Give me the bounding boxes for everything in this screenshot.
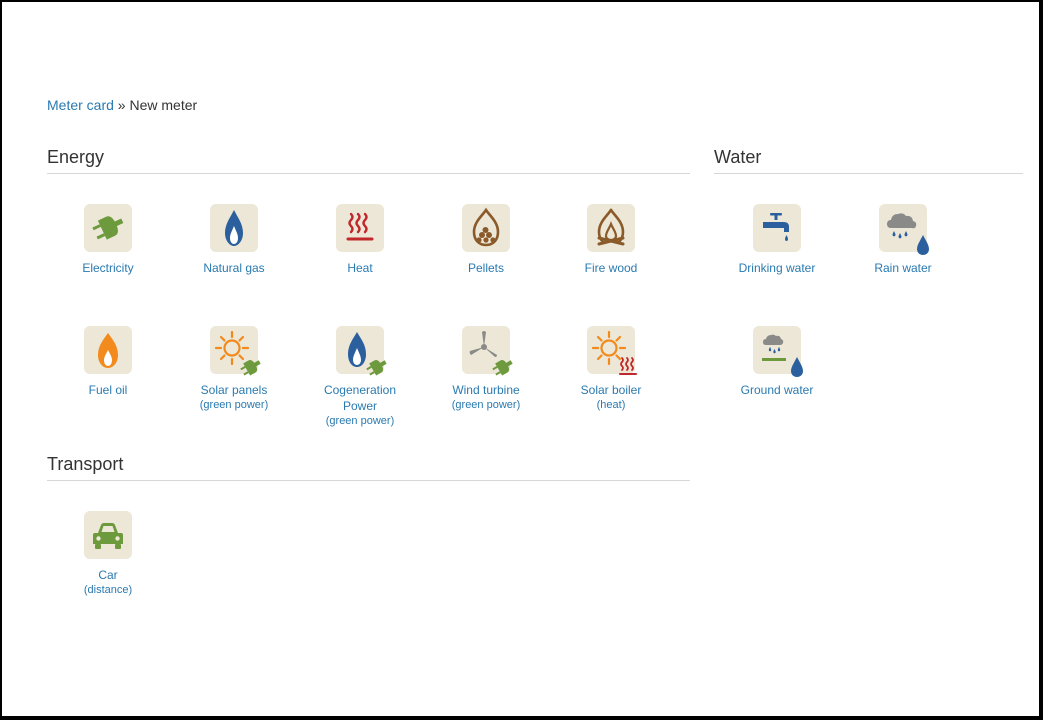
meter-label: Fuel oil <box>88 383 128 397</box>
section-divider-energy <box>47 173 690 174</box>
page: Meter card » New meter Energy Water Tran… <box>2 2 1039 716</box>
meter-label: Wind turbine <box>452 383 520 397</box>
meter-label: Fire wood <box>584 261 638 275</box>
breadcrumb: Meter card » New meter <box>47 97 197 113</box>
section-title-energy: Energy <box>47 147 105 167</box>
meter-label: Pellets <box>467 261 505 275</box>
oil-flame-icon <box>84 326 132 374</box>
section-title-water: Water <box>714 147 762 167</box>
breadcrumb-current: New meter <box>129 97 198 113</box>
car-icon <box>84 511 132 559</box>
breadcrumb-separator: » <box>113 97 130 113</box>
meter-label: Ground water <box>740 383 814 397</box>
heat-icon <box>336 204 384 252</box>
meter-tile-ground-water[interactable]: Ground water <box>717 326 837 398</box>
breadcrumb-link-meter-card[interactable]: Meter card <box>47 97 114 113</box>
section-divider-transport <box>47 480 690 481</box>
meter-label-line2: Power <box>342 399 377 413</box>
section-title-transport: Transport <box>47 454 124 474</box>
meter-tile-cogeneration-power[interactable]: Cogeneration Power (green power) <box>300 326 420 428</box>
solar-panel-icon <box>210 326 261 376</box>
meter-tile-electricity[interactable]: Electricity <box>48 204 168 276</box>
meter-label: Electricity <box>82 261 134 275</box>
firewood-icon <box>587 204 635 252</box>
meter-tile-wind-turbine[interactable]: Wind turbine (green power) <box>426 326 546 412</box>
solar-boiler-icon <box>587 326 637 375</box>
gas-flame-icon <box>210 204 258 252</box>
meter-label: Solar boiler <box>580 383 642 397</box>
wind-turbine-icon <box>462 326 513 376</box>
meter-tile-heat[interactable]: Heat <box>300 204 420 276</box>
ground-water-icon <box>753 326 803 377</box>
cogeneration-icon <box>336 326 387 376</box>
meter-tile-solar-panels[interactable]: Solar panels (green power) <box>174 326 294 412</box>
meter-label: Natural gas <box>203 261 265 275</box>
meter-label: Solar panels <box>200 383 268 397</box>
meter-sublabel: (green power) <box>199 399 269 411</box>
plug-icon <box>84 204 132 252</box>
meter-tile-fire-wood[interactable]: Fire wood <box>551 204 671 276</box>
meter-sublabel: (distance) <box>83 584 133 596</box>
section-divider-water <box>714 173 1023 174</box>
meter-sublabel: (green power) <box>451 399 521 411</box>
meter-tile-natural-gas[interactable]: Natural gas <box>174 204 294 276</box>
meter-tile-car[interactable]: Car (distance) <box>48 511 168 597</box>
meter-label: Rain water <box>874 261 932 275</box>
rain-cloud-icon <box>879 204 929 255</box>
meter-tile-rain-water[interactable]: Rain water <box>843 204 963 276</box>
meter-label: Cogeneration <box>323 383 397 397</box>
meter-sublabel: (green power) <box>325 415 395 427</box>
meter-tile-fuel-oil[interactable]: Fuel oil <box>48 326 168 398</box>
pellets-icon <box>462 204 510 252</box>
meter-label: Drinking water <box>738 261 816 275</box>
meter-tile-solar-boiler[interactable]: Solar boiler (heat) <box>551 326 671 412</box>
tap-icon <box>753 204 801 252</box>
meter-tile-drinking-water[interactable]: Drinking water <box>717 204 837 276</box>
meter-label: Car <box>98 568 118 582</box>
meter-sublabel: (heat) <box>596 399 626 411</box>
meter-tile-pellets[interactable]: Pellets <box>426 204 546 276</box>
meter-label: Heat <box>347 261 373 275</box>
